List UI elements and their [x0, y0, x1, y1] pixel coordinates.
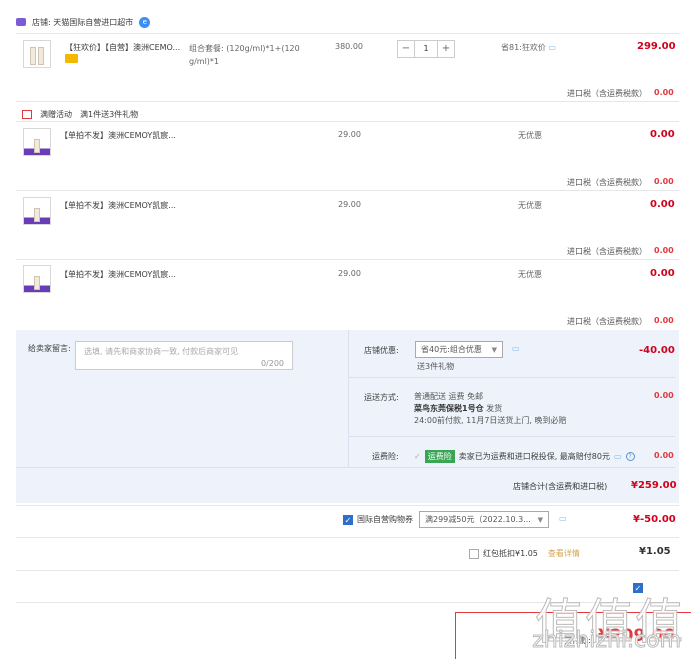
gift-title[interactable]: 【单拍不发】澳洲CEMOY凯宸...: [60, 200, 176, 211]
gift-title[interactable]: 【单拍不发】澳洲CEMOY凯宸...: [60, 269, 176, 280]
shop-header: 店铺: 天猫国际自营进口超市 e: [16, 14, 151, 30]
gift-title[interactable]: 【单拍不发】澳洲CEMOY凯宸...: [60, 130, 176, 141]
gift-thumbnail[interactable]: [23, 265, 51, 293]
coupon-select[interactable]: 满299减50元（2022.10.3... ▼: [419, 511, 549, 528]
redpacket-label: 红包抵扣¥1.05: [483, 549, 538, 558]
insurance-label: 运费险:: [372, 452, 399, 461]
shop-name[interactable]: 店铺: 天猫国际自营进口超市: [32, 17, 133, 28]
coupon-checkbox[interactable]: ✓: [343, 514, 353, 525]
tax-label: 进口税（含运费税款）: [567, 317, 647, 326]
coupon-label: 国际自营购物券: [357, 515, 413, 524]
gift-price: 29.00: [338, 200, 361, 209]
discount-label: 省81:狂欢价 ▭: [501, 43, 556, 52]
divider: [16, 121, 679, 122]
shipping-line1: 普通配送 运费 免邮: [414, 392, 484, 401]
divider: [348, 330, 349, 467]
divider: [348, 436, 675, 437]
gift-subtotal: 0.00: [650, 199, 675, 210]
shipping-details: 普通配送 运费 免邮 菜鸟东莞保税1号仓 发货 24:00前付款, 11月7日送…: [414, 391, 567, 427]
shop-total-value: ¥259.00: [631, 480, 677, 491]
product-title[interactable]: 【狂欢价】【自营】澳洲CEMO...: [65, 42, 185, 53]
divider: [16, 505, 679, 506]
message-placeholder: 选填, 请先和商家协商一致, 付款后商家可见: [84, 347, 239, 356]
tax-value: 0.00: [654, 88, 674, 97]
shipping-line2: 发货: [486, 404, 503, 413]
promo-desc: 满1件送3件礼物: [80, 110, 139, 119]
product-thumbnail[interactable]: [23, 40, 51, 68]
warehouse-name: 菜鸟东莞保税1号仓: [414, 404, 484, 413]
tax-label: 进口税（含运费税款）: [567, 89, 647, 98]
product-spec: 组合套餐: (120g/ml)*1+(120 g/ml)*1: [189, 44, 300, 66]
tax-label: 进口税（含运费税款）: [567, 178, 647, 187]
shipping-line3: 24:00前付款, 11月7日送货上门, 晚到必赔: [414, 416, 567, 425]
watermark-domain: zhizhizhi.com: [532, 628, 682, 654]
gift-subtotal: 0.00: [650, 129, 675, 140]
increase-button[interactable]: +: [437, 40, 455, 58]
insurance-value: 0.00: [654, 451, 674, 460]
coupon-selected: 满299减50元（2022.10.3...: [425, 515, 531, 524]
chevron-down-icon: ▼: [537, 515, 543, 524]
chat-icon[interactable]: ▭: [559, 514, 567, 523]
shop-icon: [16, 18, 26, 26]
tax-label: 进口税（含运费税款）: [567, 247, 647, 256]
divider: [16, 537, 679, 538]
chat-icon[interactable]: ▭: [548, 43, 556, 52]
subtotal: 299.00: [637, 41, 676, 52]
shop-discount-note: 送3件礼物: [417, 362, 455, 371]
divider: [16, 101, 679, 102]
unit-price: 380.00: [335, 42, 363, 51]
chat-icon[interactable]: ▭: [512, 344, 520, 353]
gift-subtotal: 0.00: [650, 268, 675, 279]
chat-badge-icon[interactable]: e: [139, 16, 151, 28]
shipping-value: 0.00: [654, 391, 674, 400]
gift-discount: 无优惠: [518, 131, 542, 140]
shop-discount-label: 店铺优惠:: [364, 346, 399, 355]
tax-value: 0.00: [654, 246, 674, 255]
redpacket-row: 红包抵扣¥1.05 查看详情: [469, 548, 580, 559]
shop-discount-select[interactable]: 省40元:组合优惠 ▼: [415, 341, 503, 358]
divider: [16, 570, 679, 571]
shop-total-label: 店铺合计(含运费和进口税): [513, 482, 608, 491]
redpacket-checkbox[interactable]: [469, 548, 479, 559]
tax-value: 0.00: [654, 177, 674, 186]
gift-discount: 无优惠: [518, 270, 542, 279]
tax-value: 0.00: [654, 316, 674, 325]
decrease-button[interactable]: −: [397, 40, 415, 58]
divider: [16, 467, 675, 468]
promo-row: 满赠活动 满1件送3件礼物: [22, 109, 138, 120]
promo-label: 满赠活动: [40, 110, 72, 119]
chevron-down-icon: ▼: [491, 345, 497, 354]
message-label: 给卖家留言:: [28, 344, 71, 353]
divider: [348, 377, 675, 378]
gift-price: 29.00: [338, 130, 361, 139]
gift-icon: [22, 110, 32, 119]
gift-price: 29.00: [338, 269, 361, 278]
divider: [16, 190, 679, 191]
view-details-link[interactable]: 查看详情: [548, 548, 580, 559]
shop-discount-value: -40.00: [639, 345, 675, 356]
insurance-tag: 运费险: [424, 450, 455, 463]
redpacket-value: ¥1.05: [639, 546, 671, 557]
gift-thumbnail[interactable]: [23, 128, 51, 156]
gift-discount: 无优惠: [518, 201, 542, 210]
insurance-desc: 卖家已为运费和进口税投保, 最高赔付80元: [458, 452, 610, 461]
insurance-row: ✓ 运费险 卖家已为运费和进口税投保, 最高赔付80元 ▭ ?: [414, 450, 635, 463]
divider: [16, 33, 679, 34]
coupon-value: ¥-50.00: [633, 514, 676, 525]
divider: [16, 259, 679, 260]
char-counter: 0/200: [260, 359, 284, 368]
message-textarea[interactable]: 选填, 请先和商家协商一致, 付款后商家可见 0/200: [75, 341, 293, 370]
chat-icon[interactable]: ▭: [614, 452, 622, 461]
check-icon: ✓: [414, 452, 421, 461]
card-icon: [65, 54, 78, 63]
shipping-label: 运送方式:: [364, 393, 399, 402]
shop-discount-selected: 省40元:组合优惠: [421, 345, 482, 354]
coupon-row: ✓ 国际自营购物券: [343, 514, 413, 525]
quantity-input[interactable]: 1: [415, 40, 437, 58]
gift-thumbnail[interactable]: [23, 197, 51, 225]
help-icon[interactable]: ?: [625, 452, 635, 461]
quantity-stepper[interactable]: − 1 +: [397, 40, 455, 58]
